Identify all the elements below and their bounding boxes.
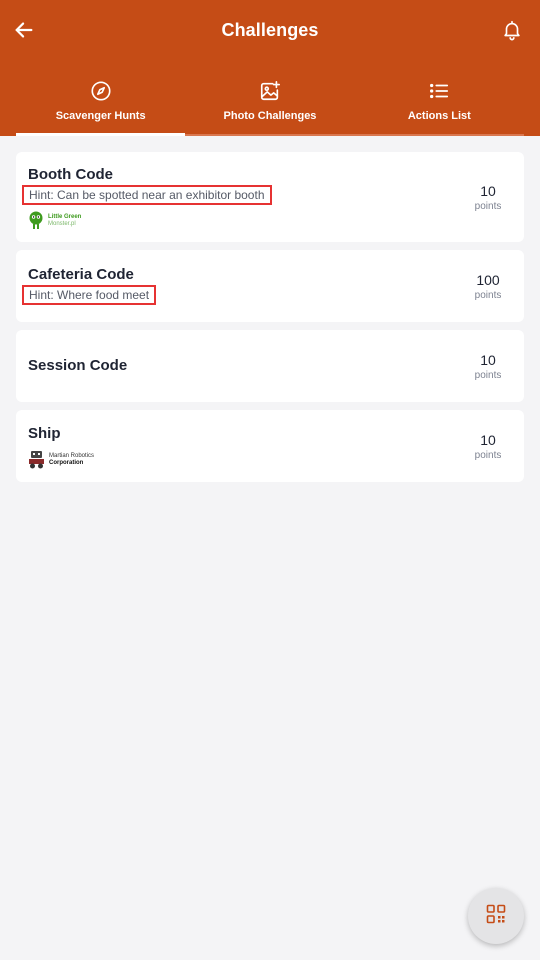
tab-label: Actions List [407,110,471,122]
sponsor-name-line1: Martian Robotics [49,452,95,459]
challenge-name: Session Code [28,357,128,374]
points-value: 10 [480,432,496,448]
challenge-hint: Hint: Where food meet [22,285,157,305]
tab-photo-challenges[interactable]: Photo Challenges [185,72,354,136]
sponsor-name-line2: Monster.pl [48,220,76,227]
points-display: 100 points [466,272,510,301]
points-display: 10 points [466,183,510,212]
points-label: points [474,290,502,301]
points-label: points [474,450,502,461]
notifications-button[interactable] [498,18,526,46]
points-value: 100 [476,272,500,288]
challenge-card-session-code[interactable]: Session Code 10 points [16,330,524,402]
sponsor-name-line2: Corporation [49,459,84,466]
monster-logo-icon [29,211,43,229]
challenge-card-ship[interactable]: Ship Martian Robotics Corporation 10 poi… [16,410,524,482]
challenge-name: Ship [28,425,61,442]
tab-label: Photo Challenges [223,110,317,122]
compass-icon [90,78,112,104]
challenge-card-cafeteria-code[interactable]: Cafeteria Code Hint: Where food meet 100… [16,250,524,322]
top-bar: Challenges [0,0,540,64]
app-header: Challenges Scavenger Hunts Photo Challen… [0,0,540,136]
list-icon [428,78,450,104]
points-display: 10 points [466,432,510,461]
tab-actions-list[interactable]: Actions List [355,72,524,136]
challenge-list: Booth Code Hint: Can be spotted near an … [16,152,524,490]
points-value: 10 [480,183,496,199]
robot-logo-icon [29,451,44,469]
sponsor-logo-little-green: Little Green Monster.pl [28,211,81,230]
points-value: 10 [480,352,496,368]
qr-code-icon [486,904,506,929]
page-title: Challenges [221,20,319,40]
qr-scan-button[interactable] [468,888,524,944]
challenge-tabs: Scavenger Hunts Photo Challenges Actions… [16,72,524,136]
tab-scavenger-hunts[interactable]: Scavenger Hunts [16,72,186,136]
challenge-card-booth-code[interactable]: Booth Code Hint: Can be spotted near an … [16,152,524,242]
points-label: points [474,370,502,381]
bell-icon [501,19,523,46]
points-label: points [474,201,502,212]
tabs-divider [185,134,524,136]
challenge-name: Booth Code [28,166,113,183]
image-plus-icon [259,78,281,104]
tab-label: Scavenger Hunts [55,110,146,122]
sponsor-name-line1: Little Green [48,213,82,220]
challenge-name: Cafeteria Code [28,266,134,283]
challenge-hint: Hint: Can be spotted near an exhibitor b… [22,185,272,205]
points-display: 10 points [466,352,510,381]
sponsor-logo-martian-robotics: Martian Robotics Corporation [28,450,94,469]
